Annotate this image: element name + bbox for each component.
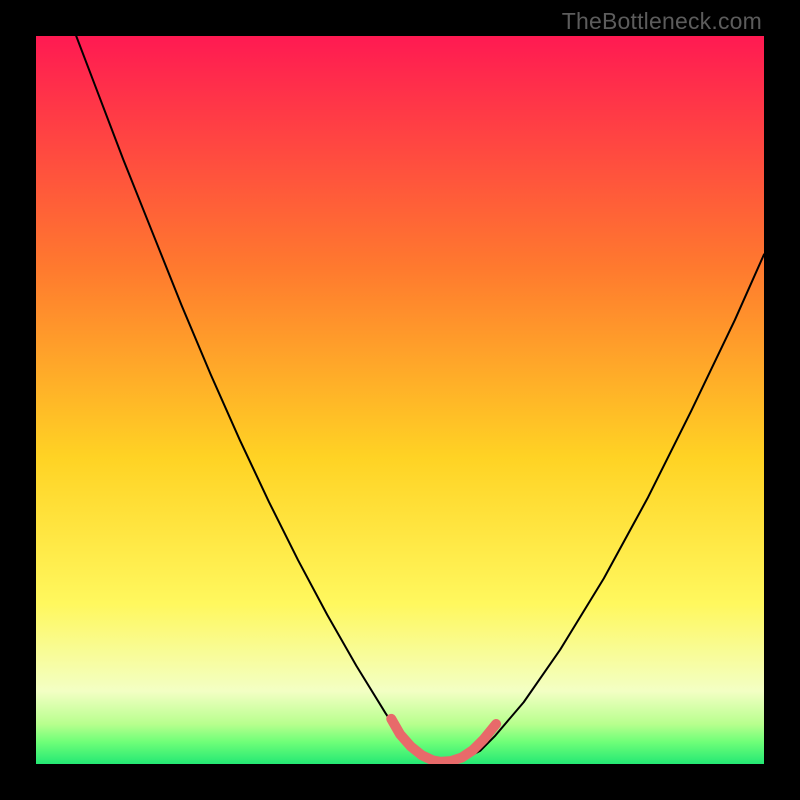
chart-frame: TheBottleneck.com (0, 0, 800, 800)
watermark-text: TheBottleneck.com (562, 8, 762, 35)
plot-area (36, 36, 764, 764)
chart-svg (36, 36, 764, 764)
